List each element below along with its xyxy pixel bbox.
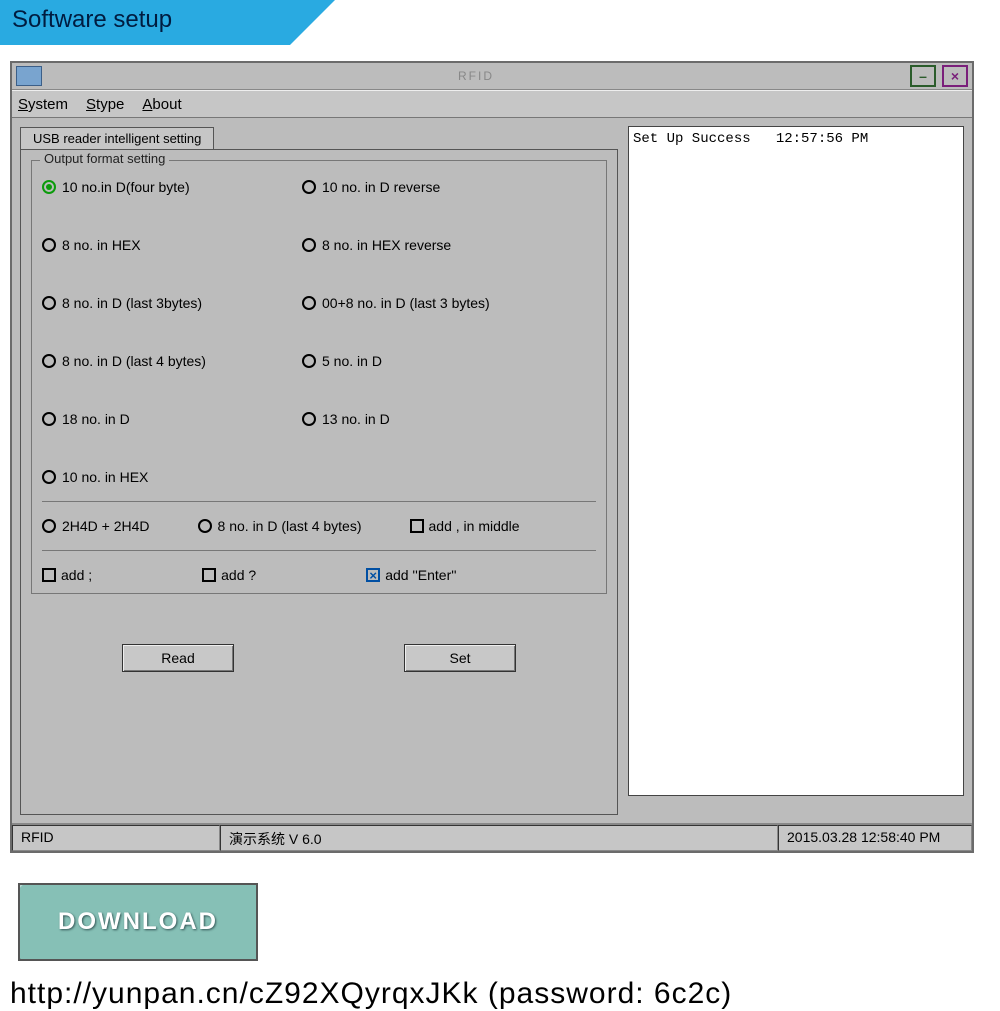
radio-icon: [42, 238, 56, 252]
status-mid: 演示系统 V 6.0: [220, 825, 778, 851]
fieldset-legend: Output format setting: [40, 151, 169, 166]
settings-panel: Output format setting 10 no.in D(four by…: [20, 149, 618, 815]
radio-18d[interactable]: 18 no. in D: [42, 411, 302, 427]
radio-icon: [42, 412, 56, 426]
radio-icon: [198, 519, 212, 533]
status-right: 2015.03.28 12:58:40 PM: [778, 825, 972, 851]
checkbox-icon: [202, 568, 216, 582]
close-button[interactable]: ×: [942, 65, 968, 87]
radio-icon: [302, 412, 316, 426]
radio-10d-reverse[interactable]: 10 no. in D reverse: [302, 179, 602, 195]
status-left: RFID: [12, 825, 220, 851]
titlebar: RFID – ×: [12, 63, 972, 90]
radio-10hex[interactable]: 10 no. in HEX: [42, 469, 302, 485]
checkbox-icon: ×: [366, 568, 380, 582]
radio-icon: [42, 180, 56, 194]
radio-13d[interactable]: 13 no. in D: [302, 411, 602, 427]
check-add-semicolon[interactable]: add ;: [42, 567, 92, 583]
radio-icon: [42, 519, 56, 533]
app-window: RFID – × System Stype About USB reader i…: [10, 61, 974, 853]
banner-title: Software setup: [12, 6, 172, 34]
tab-usb-reader[interactable]: USB reader intelligent setting: [20, 127, 214, 150]
download-url: http://yunpan.cn/cZ92XQyrqxJKk (password…: [10, 977, 1000, 1011]
radio-2h4d[interactable]: 2H4D + 2H4D: [42, 518, 150, 534]
radio-icon: [302, 238, 316, 252]
menu-stype[interactable]: Stype: [86, 96, 124, 113]
check-add-question[interactable]: add ?: [202, 567, 256, 583]
check-add-comma-middle[interactable]: add , in middle: [410, 518, 520, 534]
radio-8hex-reverse[interactable]: 8 no. in HEX reverse: [302, 237, 602, 253]
download-button[interactable]: DOWNLOAD: [18, 883, 258, 961]
set-button[interactable]: Set: [404, 644, 516, 672]
radio-icon: [302, 354, 316, 368]
checkbox-icon: [410, 519, 424, 533]
radio-10d-four-byte[interactable]: 10 no.in D(four byte): [42, 179, 302, 195]
radio-5d[interactable]: 5 no. in D: [302, 353, 602, 369]
radio-icon: [42, 354, 56, 368]
app-icon: [16, 66, 42, 86]
window-title: RFID: [42, 69, 910, 83]
radio-icon: [302, 180, 316, 194]
menu-system[interactable]: System: [18, 96, 68, 113]
menubar: System Stype About: [12, 90, 972, 118]
radio-icon: [42, 296, 56, 310]
radio-8hex[interactable]: 8 no. in HEX: [42, 237, 302, 253]
log-output: Set Up Success 12:57:56 PM: [628, 126, 964, 796]
radio-8d-last3[interactable]: 8 no. in D (last 3bytes): [42, 295, 302, 311]
radio-8d-last4[interactable]: 8 no. in D (last 4 bytes): [42, 353, 302, 369]
radio-icon: [302, 296, 316, 310]
checkbox-icon: [42, 568, 56, 582]
radio-icon: [42, 470, 56, 484]
minimize-button[interactable]: –: [910, 65, 936, 87]
output-format-fieldset: Output format setting 10 no.in D(four by…: [31, 160, 607, 594]
radio-8d-last4-b[interactable]: 8 no. in D (last 4 bytes): [198, 518, 362, 534]
radio-008d-last3[interactable]: 00+8 no. in D (last 3 bytes): [302, 295, 602, 311]
page-banner: Software setup: [0, 0, 1000, 45]
read-button[interactable]: Read: [122, 644, 234, 672]
statusbar: RFID 演示系统 V 6.0 2015.03.28 12:58:40 PM: [12, 823, 972, 851]
menu-about[interactable]: About: [142, 96, 181, 113]
check-add-enter[interactable]: ×add ''Enter'': [366, 567, 456, 583]
